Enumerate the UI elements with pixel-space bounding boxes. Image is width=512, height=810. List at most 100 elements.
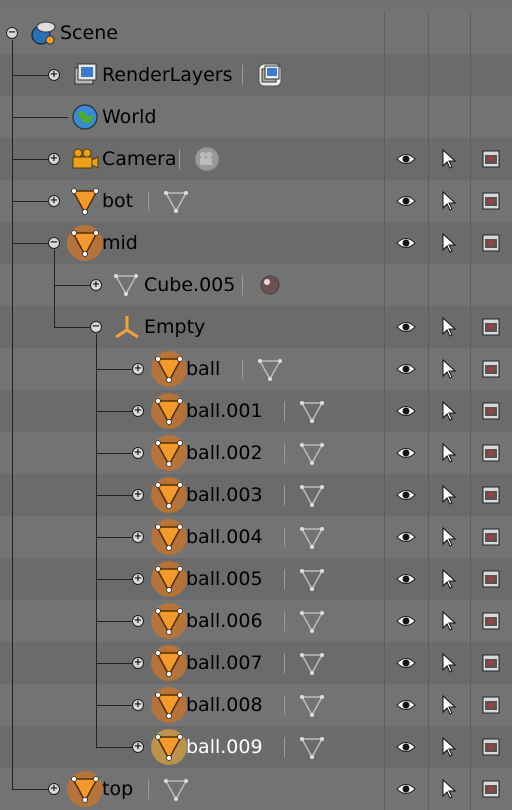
outliner-item-label[interactable]: RenderLayers <box>102 54 233 96</box>
outliner-item-label[interactable]: Empty <box>144 306 205 348</box>
outliner-row[interactable]: + ball.001 <box>0 390 512 432</box>
outliner-item-label[interactable]: Cube.005 <box>144 264 235 306</box>
camera-render-icon[interactable] <box>481 695 501 715</box>
camera-render-icon[interactable] <box>481 401 501 421</box>
outliner-row[interactable]: + ball.007 <box>0 642 512 684</box>
outliner-item-label[interactable]: ball.007 <box>186 642 263 684</box>
outliner-row[interactable]: + ball.008 <box>0 684 512 726</box>
camera-render-icon[interactable] <box>481 233 501 253</box>
expand-toggle[interactable]: + <box>132 615 144 627</box>
expand-toggle[interactable]: + <box>90 279 102 291</box>
eye-icon[interactable] <box>396 527 416 547</box>
camera-render-icon[interactable] <box>481 611 501 631</box>
mesh-data-icon[interactable] <box>298 691 326 719</box>
eye-icon[interactable] <box>396 233 416 253</box>
cursor-icon[interactable] <box>439 526 459 547</box>
expand-toggle[interactable]: + <box>132 489 144 501</box>
cursor-icon[interactable] <box>439 778 459 799</box>
mesh-data-icon[interactable] <box>256 355 284 383</box>
mesh-data-icon[interactable] <box>298 733 326 761</box>
eye-icon[interactable] <box>396 779 416 799</box>
expand-toggle[interactable]: + <box>132 657 144 669</box>
cursor-icon[interactable] <box>439 400 459 421</box>
outliner-row[interactable]: + ball.003 <box>0 474 512 516</box>
eye-icon[interactable] <box>396 653 416 673</box>
camera-render-icon[interactable] <box>481 527 501 547</box>
camera-render-icon[interactable] <box>481 149 501 169</box>
outliner-item-label[interactable]: mid <box>102 222 138 264</box>
outliner-row[interactable]: + ball.002 <box>0 432 512 474</box>
collapse-toggle[interactable]: − <box>48 237 60 249</box>
expand-toggle[interactable]: + <box>132 741 144 753</box>
eye-icon[interactable] <box>396 317 416 337</box>
outliner-item-label[interactable]: World <box>102 96 156 138</box>
eye-icon[interactable] <box>396 695 416 715</box>
cursor-icon[interactable] <box>439 442 459 463</box>
cursor-icon[interactable] <box>439 610 459 631</box>
cursor-icon[interactable] <box>439 358 459 379</box>
cursor-icon[interactable] <box>439 652 459 673</box>
cursor-icon[interactable] <box>439 190 459 211</box>
outliner-item-label[interactable]: ball.005 <box>186 558 263 600</box>
outliner-item-label[interactable]: ball.001 <box>186 390 263 432</box>
outliner-item-label[interactable]: Camera <box>102 138 177 180</box>
outliner-row[interactable]: + ball <box>0 348 512 390</box>
eye-icon[interactable] <box>396 149 416 169</box>
collapse-toggle[interactable]: − <box>90 321 102 333</box>
expand-toggle[interactable]: + <box>132 363 144 375</box>
mesh-data-icon[interactable] <box>298 565 326 593</box>
mesh-data-icon[interactable] <box>298 397 326 425</box>
eye-icon[interactable] <box>396 443 416 463</box>
outliner-item-label[interactable]: ball.008 <box>186 684 263 726</box>
eye-icon[interactable] <box>396 191 416 211</box>
camera-render-icon[interactable] <box>481 317 501 337</box>
eye-icon[interactable] <box>396 737 416 757</box>
outliner-row[interactable]: World <box>0 96 512 138</box>
outliner-row[interactable]: + ball.006 <box>0 600 512 642</box>
camera-render-icon[interactable] <box>481 779 501 799</box>
eye-icon[interactable] <box>396 611 416 631</box>
cursor-icon[interactable] <box>439 232 459 253</box>
expand-toggle[interactable]: + <box>132 699 144 711</box>
outliner-item-label[interactable]: ball.006 <box>186 600 263 642</box>
mesh-data-icon[interactable] <box>162 187 190 215</box>
cursor-icon[interactable] <box>439 148 459 169</box>
outliner-row[interactable]: + bot <box>0 180 512 222</box>
outliner-item-label[interactable]: Scene <box>60 12 118 54</box>
camera-render-icon[interactable] <box>481 485 501 505</box>
outliner-row[interactable]: − mid <box>0 222 512 264</box>
material-icon[interactable] <box>256 271 284 299</box>
mesh-data-icon[interactable] <box>298 523 326 551</box>
collapse-toggle[interactable]: − <box>6 27 18 39</box>
camera-render-icon[interactable] <box>481 737 501 757</box>
outliner-item-label[interactable]: bot <box>102 180 133 222</box>
cursor-icon[interactable] <box>439 484 459 505</box>
outliner-item-label[interactable]: ball.003 <box>186 474 263 516</box>
camera-render-icon[interactable] <box>481 653 501 673</box>
outliner-item-label[interactable]: ball <box>186 348 220 390</box>
mesh-data-icon[interactable] <box>298 607 326 635</box>
expand-toggle[interactable]: + <box>48 69 60 81</box>
camera-render-icon[interactable] <box>481 191 501 211</box>
outliner-row[interactable]: + top <box>0 768 512 810</box>
eye-icon[interactable] <box>396 485 416 505</box>
cursor-icon[interactable] <box>439 694 459 715</box>
outliner-row[interactable]: + ball.004 <box>0 516 512 558</box>
outliner-row[interactable]: + ball.009 <box>0 726 512 768</box>
outliner-row[interactable]: − Scene <box>0 12 512 54</box>
mesh-data-icon[interactable] <box>298 649 326 677</box>
eye-icon[interactable] <box>396 401 416 421</box>
mesh-data-icon[interactable] <box>298 481 326 509</box>
cursor-icon[interactable] <box>439 316 459 337</box>
camera-render-icon[interactable] <box>481 443 501 463</box>
outliner-row[interactable]: + RenderLayers <box>0 54 512 96</box>
outliner-item-label[interactable]: ball.004 <box>186 516 263 558</box>
renderlayer-icon[interactable] <box>256 61 284 89</box>
expand-toggle[interactable]: + <box>132 531 144 543</box>
camera-render-icon[interactable] <box>481 359 501 379</box>
mesh-data-icon[interactable] <box>162 775 190 803</box>
camera-data-icon[interactable] <box>193 145 221 173</box>
cursor-icon[interactable] <box>439 736 459 757</box>
outliner-item-label[interactable]: top <box>102 768 133 810</box>
expand-toggle[interactable]: + <box>132 405 144 417</box>
